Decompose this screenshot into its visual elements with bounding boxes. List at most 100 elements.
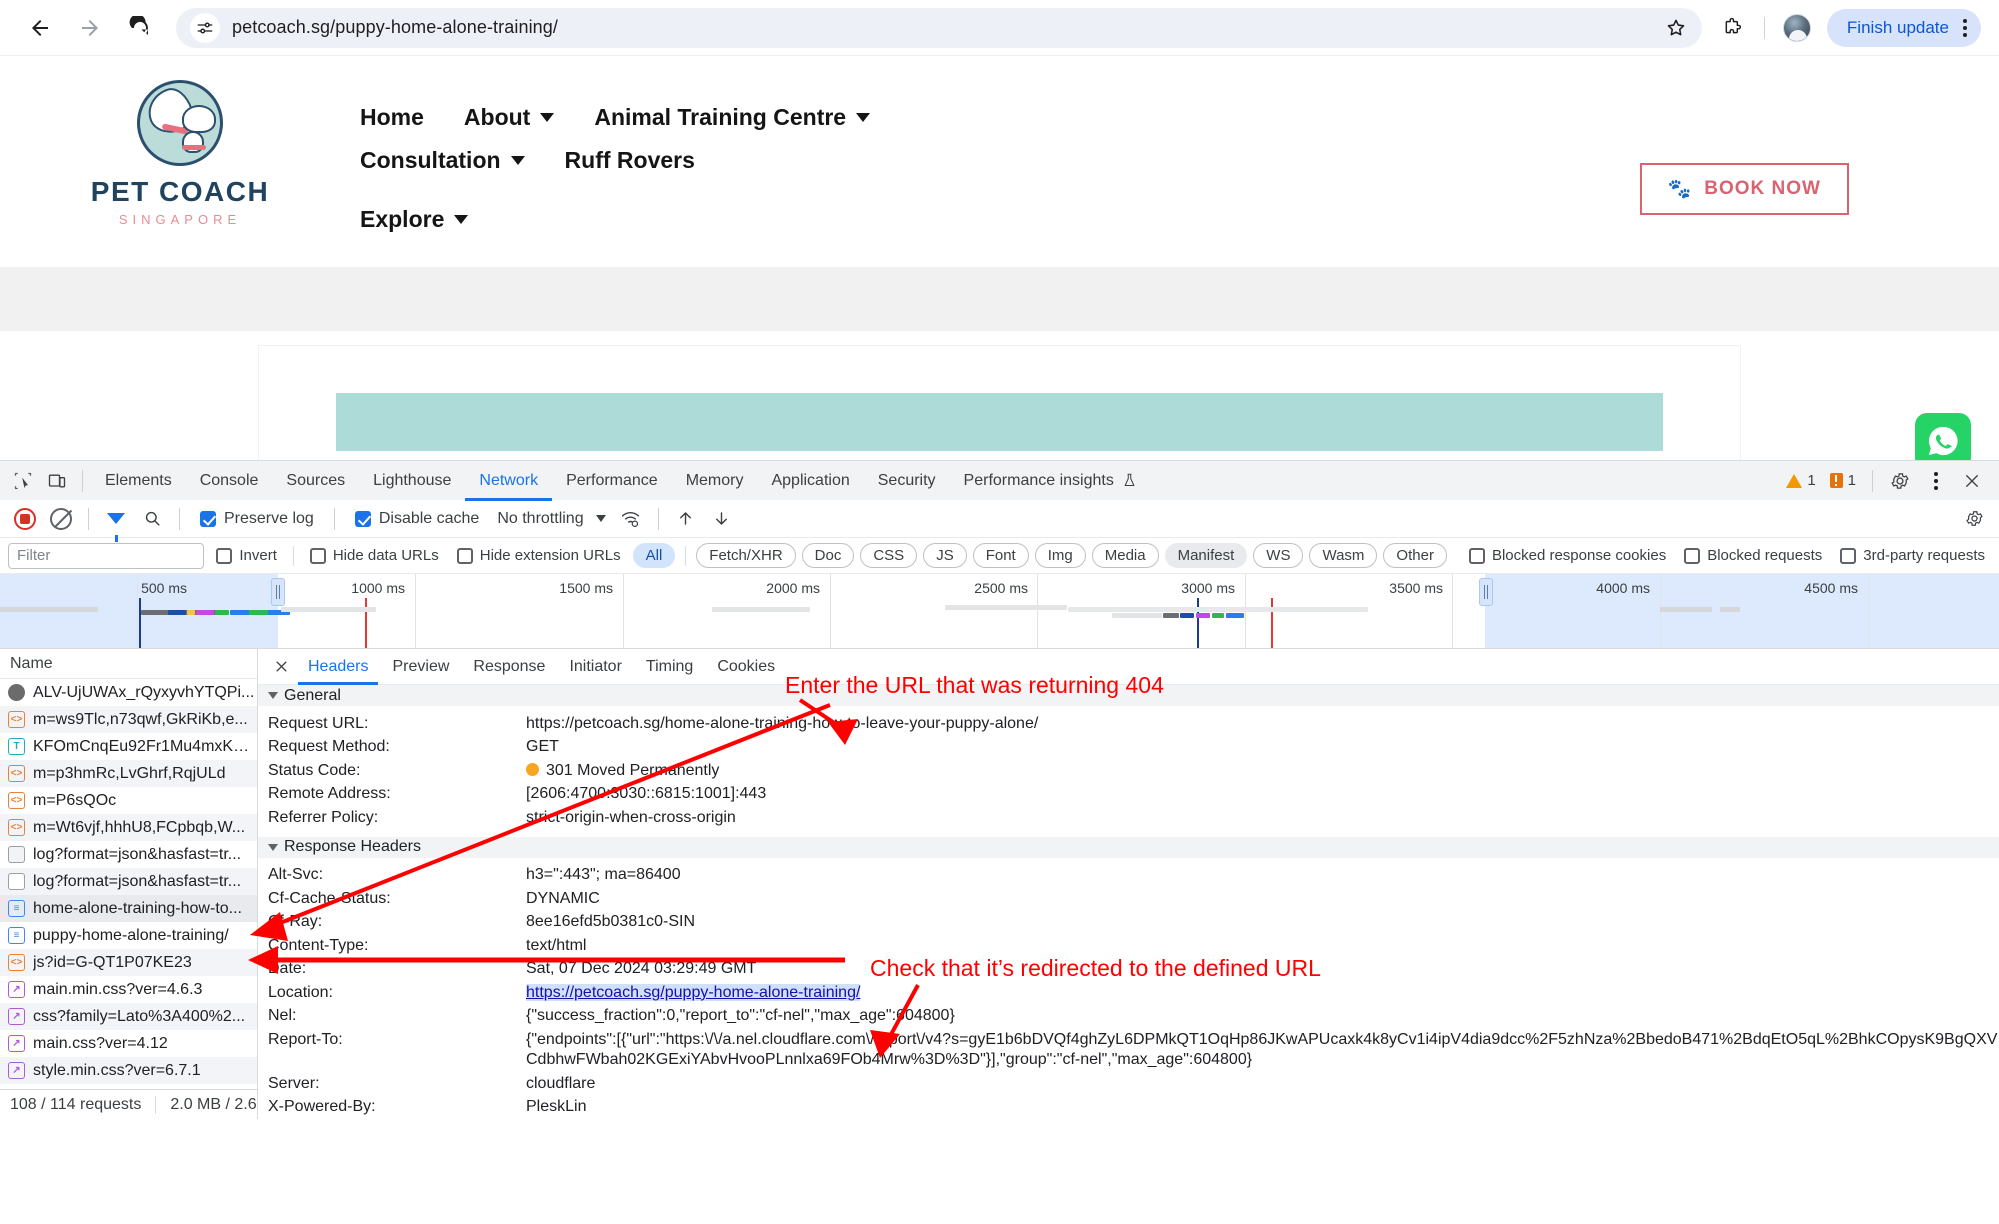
preserve-log-checkbox[interactable]: Preserve log	[190, 510, 324, 528]
book-now-button[interactable]: 🐾 BOOK NOW	[1639, 163, 1849, 215]
request-list-header[interactable]: Name	[0, 649, 257, 679]
tab-performance[interactable]: Performance	[552, 461, 672, 501]
detail-close-button[interactable]	[268, 654, 294, 680]
table-row[interactable]: <> m=p3hmRc,LvGhrf,RqjULd	[0, 760, 257, 787]
tab-console[interactable]: Console	[186, 461, 273, 501]
clear-button[interactable]	[44, 502, 78, 536]
header-value[interactable]: https://petcoach.sg/home-alone-training-…	[526, 714, 1999, 735]
overview-left-handle[interactable]	[271, 578, 285, 606]
filter-toggle-button[interactable]	[99, 502, 133, 542]
table-row[interactable]: ↗ main.min.css?ver=4.6.3	[0, 976, 257, 1003]
error-badge[interactable]: 1	[1824, 472, 1862, 489]
site-logo[interactable]: PET COACH SINGAPORE	[60, 56, 300, 227]
detail-tab-headers[interactable]: Headers	[298, 649, 378, 685]
detail-tab-response[interactable]: Response	[463, 649, 555, 685]
general-section-header[interactable]: General	[258, 685, 1999, 706]
location-url[interactable]: https://petcoach.sg/puppy-home-alone-tra…	[526, 983, 861, 1001]
nav-item-animal-training-centre[interactable]: Animal Training Centre	[594, 104, 871, 131]
table-row[interactable]: T KFOmCnqEu92Fr1Mu4mxKK...	[0, 733, 257, 760]
inspect-element-button[interactable]	[6, 464, 40, 498]
checkbox-icon	[456, 547, 473, 564]
blocked-response-cookies-checkbox[interactable]: Blocked response cookies	[1463, 547, 1672, 564]
device-toolbar-button[interactable]	[40, 464, 74, 498]
filter-pill-other[interactable]: Other	[1383, 543, 1447, 568]
filter-pill-media[interactable]: Media	[1091, 543, 1159, 568]
blocked-requests-checkbox[interactable]: Blocked requests	[1678, 547, 1828, 564]
tab-application[interactable]: Application	[757, 461, 863, 501]
nav-item-ruff-rovers[interactable]: Ruff Rovers	[565, 147, 695, 174]
address-bar-url[interactable]: petcoach.sg/puppy-home-alone-training/	[232, 17, 558, 38]
kebab-menu-icon[interactable]	[1959, 18, 1971, 37]
site-settings-button[interactable]	[190, 12, 220, 43]
nav-item-about[interactable]: About	[464, 104, 555, 131]
devtools-close-button[interactable]	[1955, 464, 1989, 498]
devtools-more-button[interactable]	[1919, 464, 1953, 498]
throttling-select[interactable]: No throttling	[491, 510, 611, 528]
tab-network[interactable]: Network	[465, 461, 552, 501]
search-button[interactable]	[135, 502, 169, 536]
hide-data-urls-checkbox[interactable]: Hide data URLs	[304, 547, 445, 564]
tab-lighthouse[interactable]: Lighthouse	[359, 461, 465, 501]
export-har-button[interactable]	[705, 502, 739, 536]
table-row[interactable]: ↗ main.css?ver=4.12	[0, 1030, 257, 1057]
table-row[interactable]: <> m=Wt6vjf,hhhU8,FCpbqb,W...	[0, 814, 257, 841]
network-conditions-button[interactable]	[614, 502, 648, 536]
response-headers-section-header[interactable]: Response Headers	[258, 836, 1999, 858]
overview-right-handle[interactable]	[1479, 578, 1493, 606]
whatsapp-chat-button[interactable]	[1915, 413, 1971, 460]
tab-elements[interactable]: Elements	[91, 461, 186, 501]
finish-update-button[interactable]: Finish update	[1826, 8, 1981, 47]
filter-pill-img[interactable]: Img	[1034, 543, 1086, 568]
forward-button[interactable]	[68, 6, 112, 50]
disable-cache-checkbox[interactable]: Disable cache	[345, 510, 490, 528]
bookmark-button[interactable]	[1658, 10, 1694, 46]
tab-memory[interactable]: Memory	[672, 461, 758, 501]
devtools-settings-button[interactable]	[1883, 464, 1917, 498]
table-row[interactable]: log?format=json&hasfast=tr...	[0, 868, 257, 895]
table-row[interactable]: ≡ puppy-home-alone-training/	[0, 922, 257, 949]
nav-item-home[interactable]: Home	[360, 104, 424, 131]
tab-performance-insights[interactable]: Performance insights	[950, 461, 1151, 501]
filter-pill-ws[interactable]: WS	[1253, 543, 1304, 568]
tab-sources[interactable]: Sources	[272, 461, 359, 501]
nav-item-explore[interactable]: Explore	[360, 206, 469, 233]
filter-pill-css[interactable]: CSS	[860, 543, 918, 568]
filter-pill-doc[interactable]: Doc	[801, 543, 855, 568]
stylesheet-file-icon: ↗	[8, 981, 25, 998]
address-bar[interactable]: petcoach.sg/puppy-home-alone-training/	[176, 7, 1702, 48]
table-row[interactable]: ↗ css?family=Lato%3A400%2...	[0, 1003, 257, 1030]
filter-pill-js[interactable]: JS	[923, 543, 967, 568]
table-row[interactable]: <> m=P6sQOc	[0, 787, 257, 814]
filter-pill-fetch-xhr[interactable]: Fetch/XHR	[696, 543, 796, 568]
third-party-requests-checkbox[interactable]: 3rd-party requests	[1834, 547, 1991, 564]
import-har-button[interactable]	[669, 502, 703, 536]
table-row[interactable]: ALV-UjUWAx_rQyxyvhYTQPi...	[0, 679, 257, 706]
filter-pill-all[interactable]: All	[632, 543, 676, 568]
nav-item-consultation[interactable]: Consultation	[360, 147, 525, 174]
extensions-button[interactable]	[1712, 8, 1752, 48]
detail-tab-initiator[interactable]: Initiator	[559, 649, 631, 685]
filter-pill-wasm[interactable]: Wasm	[1309, 543, 1378, 568]
table-row[interactable]: <> js?id=G-QT1P07KE23	[0, 949, 257, 976]
table-row[interactable]: ≡ home-alone-training-how-to...	[0, 895, 257, 922]
overview-request-bar	[1212, 613, 1224, 618]
detail-tab-cookies[interactable]: Cookies	[707, 649, 785, 685]
filter-input[interactable]: Filter	[8, 542, 205, 569]
profile-button[interactable]	[1777, 8, 1817, 48]
tab-security[interactable]: Security	[864, 461, 950, 501]
reload-button[interactable]	[118, 6, 162, 50]
detail-tab-timing[interactable]: Timing	[636, 649, 703, 685]
invert-checkbox[interactable]: Invert	[210, 547, 283, 564]
table-row[interactable]: ↗ style.min.css?ver=6.7.1	[0, 1057, 257, 1084]
detail-tab-preview[interactable]: Preview	[382, 649, 459, 685]
warning-badge[interactable]: 1	[1780, 472, 1821, 489]
network-settings-button[interactable]	[1957, 502, 1991, 536]
hide-extension-urls-checkbox[interactable]: Hide extension URLs	[451, 547, 627, 564]
network-overview-timeline[interactable]: 500 ms 1000 ms 1500 ms 2000 ms 2500 ms 3…	[0, 574, 1999, 649]
filter-pill-font[interactable]: Font	[972, 543, 1029, 568]
back-button[interactable]	[18, 6, 62, 50]
filter-pill-manifest[interactable]: Manifest	[1164, 543, 1248, 568]
table-row[interactable]: log?format=json&hasfast=tr...	[0, 841, 257, 868]
record-button[interactable]	[8, 502, 42, 536]
table-row[interactable]: <> m=ws9Tlc,n73qwf,GkRiKb,e...	[0, 706, 257, 733]
